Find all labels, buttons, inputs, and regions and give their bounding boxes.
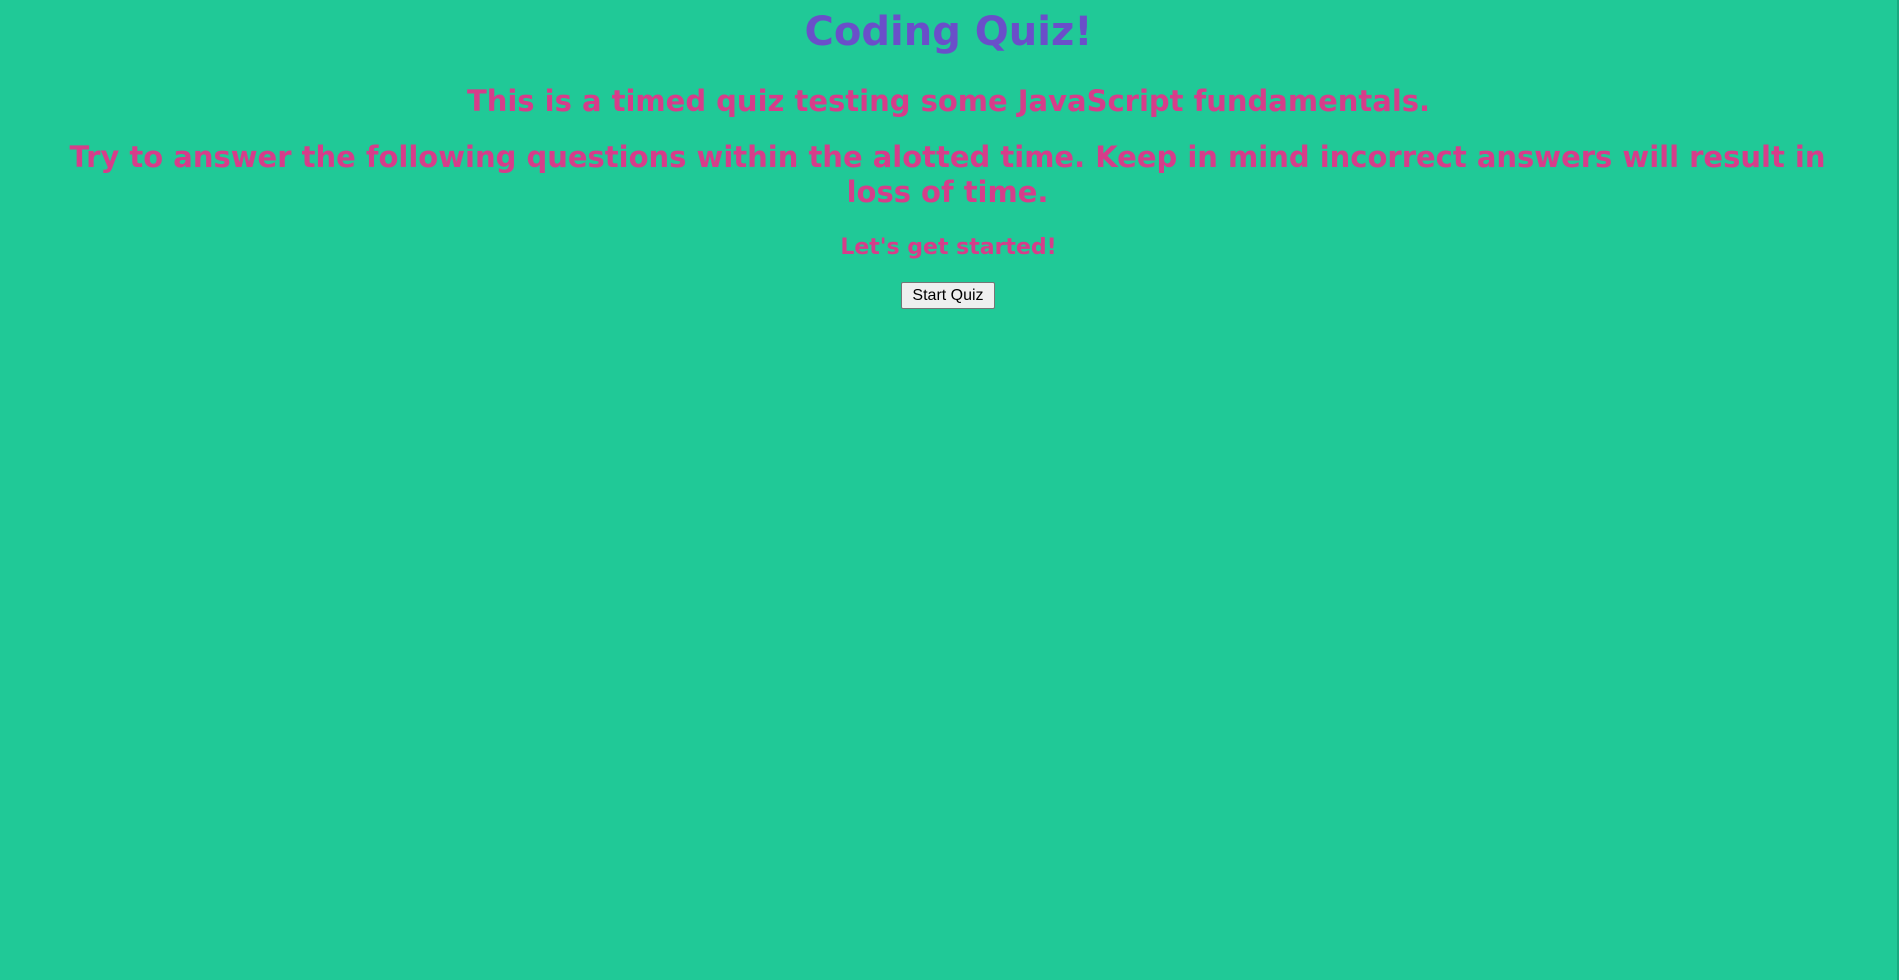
start-prompt-text: Let's get started! bbox=[840, 235, 1057, 260]
quiz-page: Coding Quiz! This is a timed quiz testin… bbox=[0, 0, 1897, 980]
quiz-instructions-text: Try to answer the following questions wi… bbox=[69, 140, 1826, 209]
quiz-intro-text: This is a timed quiz testing some JavaSc… bbox=[466, 84, 1431, 118]
start-quiz-button[interactable]: Start Quiz bbox=[901, 282, 995, 309]
page-title: Coding Quiz! bbox=[804, 9, 1093, 55]
